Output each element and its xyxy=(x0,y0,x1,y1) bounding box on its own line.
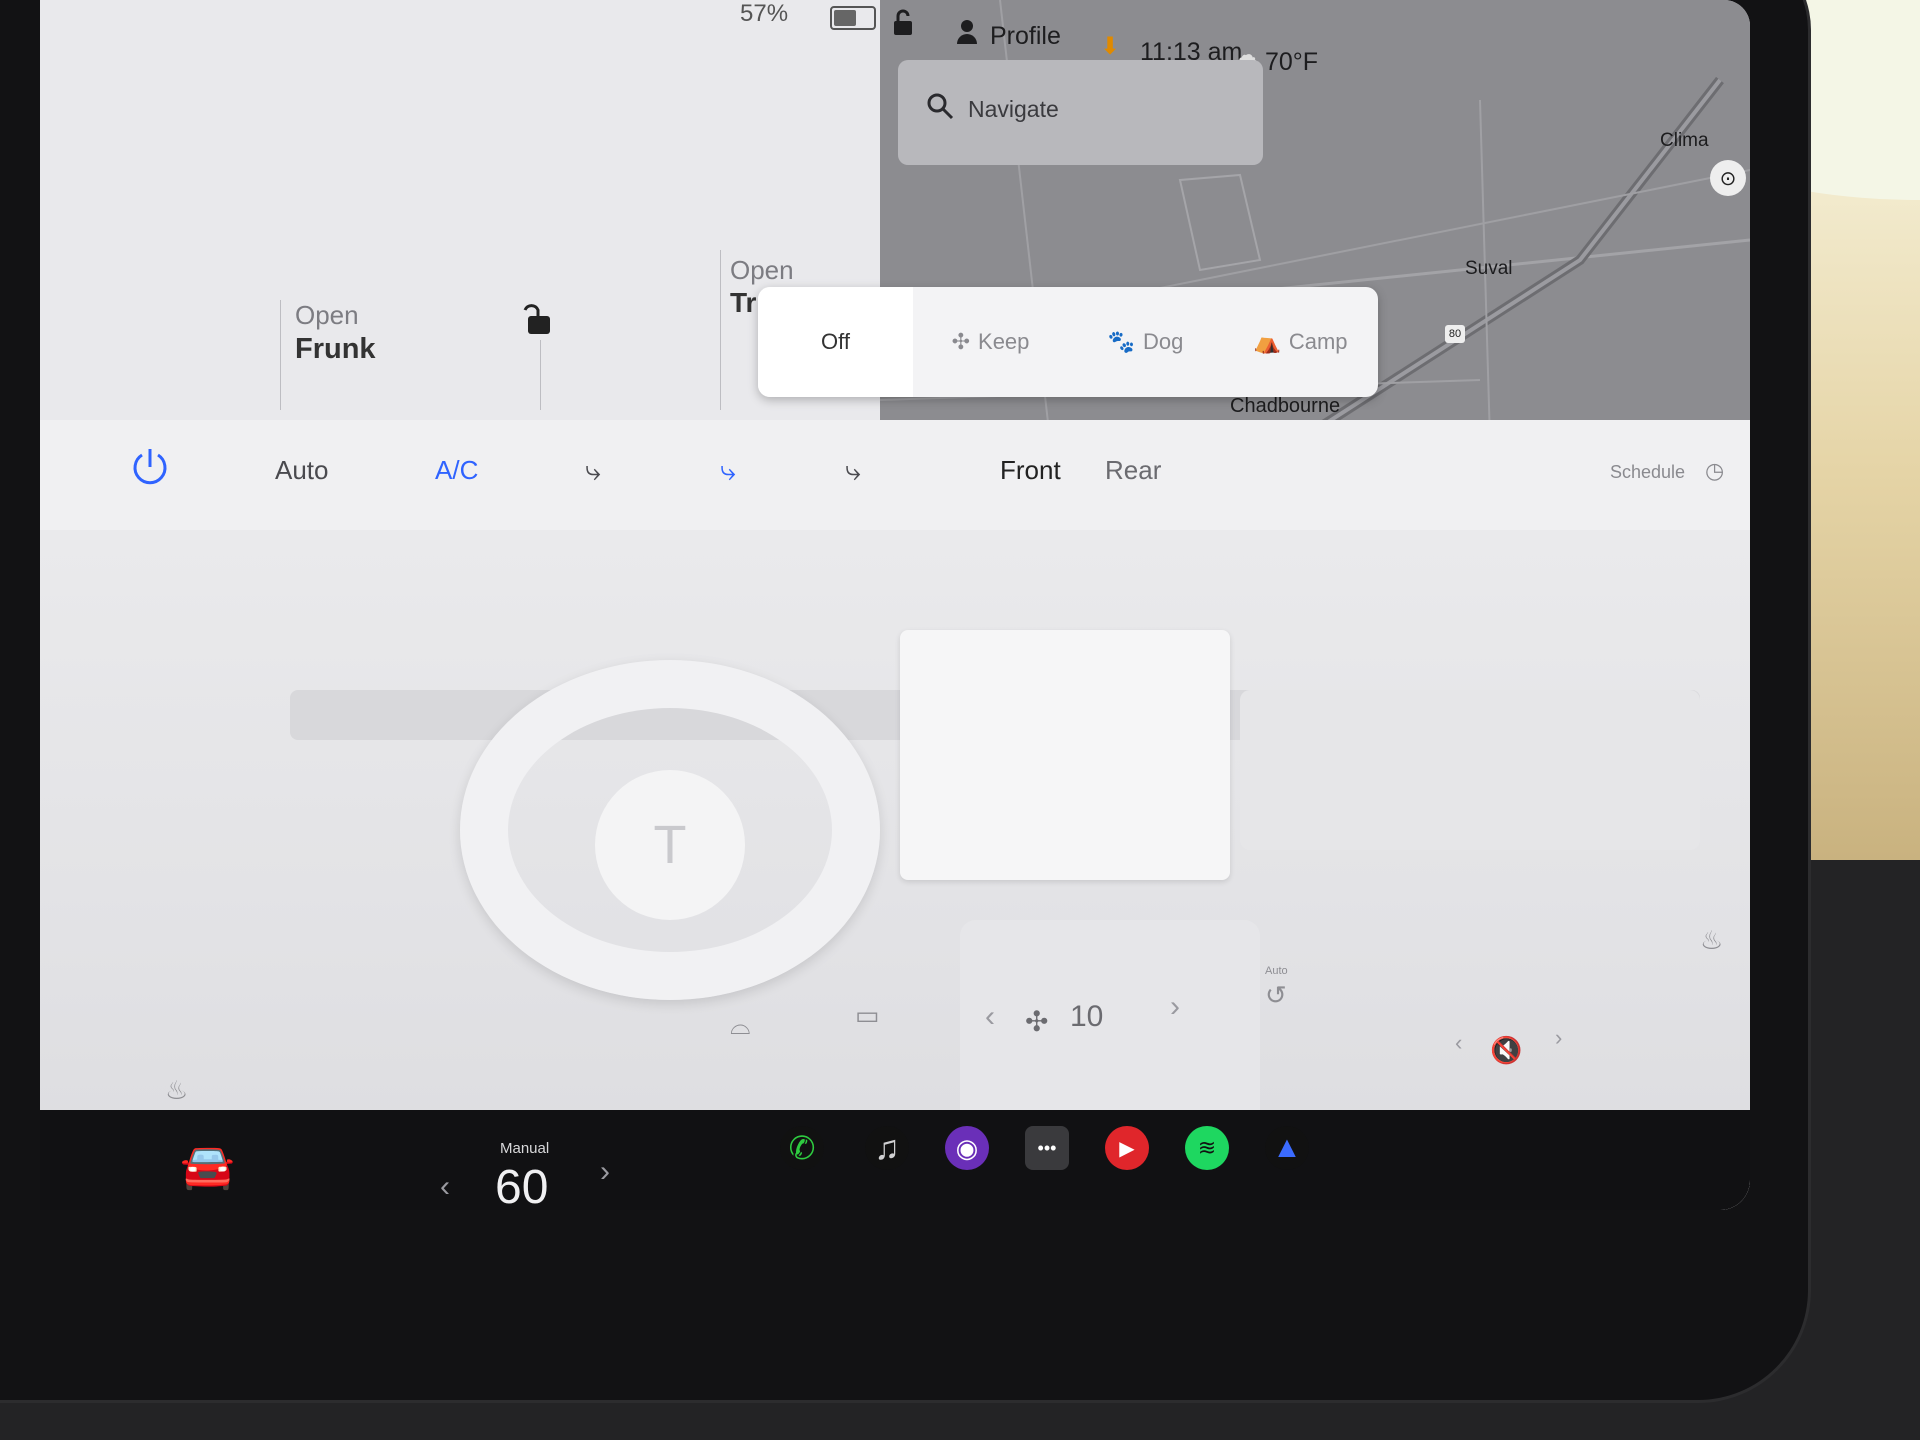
spotify-icon[interactable]: ≋ xyxy=(1185,1126,1229,1170)
volume-down-button[interactable]: ‹ xyxy=(1455,1030,1462,1056)
download-icon[interactable]: ⬇ xyxy=(1100,32,1120,61)
airflow-face-icon[interactable]: ⤷ xyxy=(585,455,601,488)
power-icon[interactable] xyxy=(128,445,172,494)
search-icon xyxy=(926,92,954,125)
battery-icon xyxy=(830,6,876,30)
clock-icon[interactable]: ◷ xyxy=(1705,458,1724,484)
driver-seat-heater-icon[interactable]: ♨ xyxy=(165,1075,188,1106)
cabin-render xyxy=(40,530,1750,1210)
unlock-icon[interactable] xyxy=(520,300,554,341)
frunk-button[interactable]: Frunk xyxy=(295,333,376,366)
more-icon[interactable]: ••• xyxy=(1025,1126,1069,1170)
speed-increase-button[interactable]: › xyxy=(600,1155,610,1189)
paw-icon: 🐾 xyxy=(1107,329,1136,354)
mute-icon[interactable]: 🔇 xyxy=(1490,1035,1522,1066)
touchscreen: 57% Open Frunk Open Tr Profile ⬇ 11:13 a… xyxy=(40,0,1750,1210)
navigation-icon[interactable]: ▲ xyxy=(1265,1126,1309,1170)
front-defrost-icon[interactable]: ⌓ xyxy=(730,1010,751,1042)
speed-mode-label: Manual xyxy=(500,1140,550,1157)
climate-mode-dog[interactable]: 🐾 Dog xyxy=(1068,287,1223,397)
highway-shield: 80 xyxy=(1445,325,1465,343)
climate-mode-keep[interactable]: ✣ Keep xyxy=(913,287,1068,397)
auto-climate-button[interactable]: Auto xyxy=(275,455,329,486)
volume-up-button[interactable]: › xyxy=(1555,1025,1562,1051)
tab-front[interactable]: Front xyxy=(1000,455,1061,486)
speed-value: 60 xyxy=(495,1161,549,1210)
search-input[interactable]: Navigate xyxy=(968,96,1059,123)
fan-icon: ✣ xyxy=(951,329,971,354)
passenger-dashboard xyxy=(1240,690,1700,850)
music-icon[interactable]: ♫ xyxy=(865,1126,909,1170)
schedule-button[interactable]: Schedule xyxy=(1610,462,1685,483)
screen-bezel: 57% Open Frunk Open Tr Profile ⬇ 11:13 a… xyxy=(0,0,1808,1400)
recirculation-mode-label: Auto xyxy=(1265,965,1288,977)
tent-icon: ⛺ xyxy=(1253,329,1281,354)
map-label-chadbourne: Chadbourne xyxy=(1230,395,1341,417)
frunk-open-label[interactable]: Open xyxy=(295,300,359,331)
fan-increase-button[interactable]: › xyxy=(1170,990,1180,1024)
map-label-suval: Suval xyxy=(1465,258,1513,279)
profile-icon[interactable] xyxy=(955,18,979,49)
phone-icon[interactable]: ✆ xyxy=(780,1126,824,1170)
center-display-render xyxy=(900,630,1230,880)
passenger-seat-heater-icon[interactable]: ♨ xyxy=(1700,925,1723,956)
battery-percent: 57% xyxy=(740,0,789,27)
airflow-feet-icon[interactable]: ⤷ xyxy=(720,455,736,488)
speed-decrease-button[interactable]: ‹ xyxy=(440,1170,450,1204)
tab-rear[interactable]: Rear xyxy=(1105,455,1161,486)
tesla-logo-icon: T xyxy=(595,770,745,920)
trunk-open-label[interactable]: Open xyxy=(730,255,794,286)
navigate-search-bar[interactable]: Navigate xyxy=(898,60,1263,165)
car-icon[interactable]: 🚘 xyxy=(180,1140,235,1192)
camera-icon[interactable]: ◉ xyxy=(945,1126,989,1170)
fan-decrease-button[interactable]: ‹ xyxy=(985,1000,995,1034)
trunk-button[interactable]: Tr xyxy=(730,287,756,319)
compass-icon[interactable]: ⊙ xyxy=(1710,160,1746,196)
vehicle-panel xyxy=(40,0,880,420)
fan-speed-value: 10 xyxy=(1070,1000,1104,1033)
outside-temperature: 70°F xyxy=(1265,48,1319,76)
lock-status-icon[interactable] xyxy=(890,8,916,43)
map-label-clima: Clima xyxy=(1660,130,1709,151)
keep-climate-selector: Off ✣ Keep 🐾 Dog ⛺ Camp xyxy=(758,287,1378,397)
airflow-face-feet-icon[interactable]: ⤷ xyxy=(845,455,861,488)
ac-button[interactable]: A/C xyxy=(435,455,478,486)
profile-label[interactable]: Profile xyxy=(990,22,1061,51)
divider xyxy=(720,250,721,410)
fan-icon: ✣ xyxy=(1025,1006,1049,1037)
recirculation-icon[interactable]: ↺ xyxy=(1265,980,1287,1011)
divider xyxy=(540,340,541,410)
rear-defrost-icon[interactable]: ▭ xyxy=(855,1000,880,1031)
divider xyxy=(280,300,281,410)
climate-mode-camp[interactable]: ⛺ Camp xyxy=(1223,287,1378,397)
center-console xyxy=(960,920,1260,1120)
climate-mode-off[interactable]: Off xyxy=(758,287,913,397)
media-player-icon[interactable]: ▶ xyxy=(1105,1126,1149,1170)
